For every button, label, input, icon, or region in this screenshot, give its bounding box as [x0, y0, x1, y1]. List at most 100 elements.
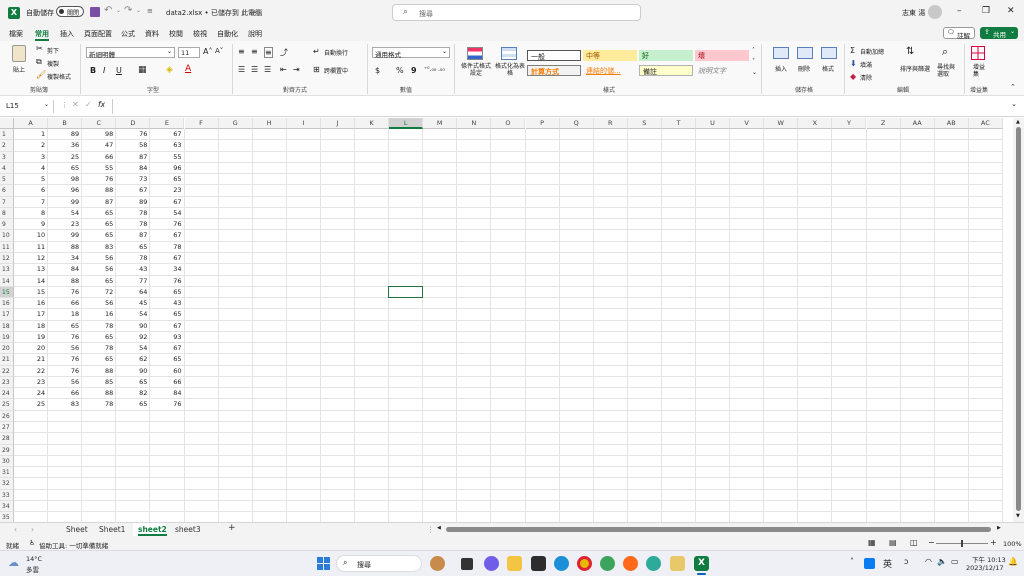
format-painter-button[interactable]: 複製格式	[47, 72, 71, 81]
cell-c1[interactable]: 98	[82, 129, 116, 140]
page-layout-view-icon[interactable]: ▤	[889, 538, 897, 547]
column-header-d[interactable]: D	[116, 118, 151, 129]
normal-view-icon[interactable]: ▦	[868, 538, 876, 547]
align-bottom-icon[interactable]: ≡	[264, 47, 273, 58]
cell-a3[interactable]: 3	[14, 152, 48, 163]
cell-c9[interactable]: 65	[82, 219, 116, 230]
cell-d7[interactable]: 89	[116, 197, 150, 208]
row-header-6[interactable]: 6	[0, 185, 14, 197]
cell-c15[interactable]: 72	[82, 287, 116, 298]
select-all-corner[interactable]	[0, 118, 14, 129]
cell-c7[interactable]: 87	[82, 197, 116, 208]
cell-b6[interactable]: 96	[48, 185, 82, 196]
cell-c19[interactable]: 65	[82, 332, 116, 343]
column-header-e[interactable]: E	[150, 118, 185, 129]
cell-c12[interactable]: 56	[82, 253, 116, 264]
more-options-icon[interactable]: ⋮	[61, 101, 68, 109]
column-header-x[interactable]: X	[798, 118, 833, 129]
cell-e4[interactable]: 96	[150, 163, 184, 174]
edge-icon[interactable]	[554, 556, 569, 571]
tab-file[interactable]: 檔案	[9, 29, 23, 39]
terminal-icon[interactable]	[531, 556, 546, 571]
quick-access-menu-icon[interactable]: ≡	[147, 7, 153, 15]
vertical-scroll-thumb[interactable]	[1016, 127, 1021, 511]
cell-a4[interactable]: 4	[14, 163, 48, 174]
cell-e24[interactable]: 84	[150, 388, 184, 399]
column-header-y[interactable]: Y	[832, 118, 867, 129]
add-sheet-button[interactable]: +	[228, 523, 236, 533]
cell-b17[interactable]: 18	[48, 309, 82, 320]
sort-filter-icon[interactable]: ⇅	[906, 46, 914, 57]
battery-icon[interactable]: ▭	[951, 557, 959, 566]
cell-e22[interactable]: 60	[150, 366, 184, 377]
cell-e11[interactable]: 78	[150, 242, 184, 253]
tab-insert[interactable]: 插入	[60, 29, 74, 39]
row-header-27[interactable]: 27	[0, 422, 14, 434]
chrome-icon[interactable]	[577, 556, 592, 571]
column-header-z[interactable]: Z	[866, 118, 901, 129]
row-header-30[interactable]: 30	[0, 455, 14, 468]
insert-cells-button[interactable]: 插入	[775, 64, 787, 73]
paste-button[interactable]: 貼上	[13, 65, 25, 74]
volume-icon[interactable]: 🔈	[937, 557, 947, 566]
clear-button[interactable]: 清除	[860, 73, 872, 82]
column-header-r[interactable]: R	[593, 118, 628, 129]
cell-e9[interactable]: 76	[150, 219, 184, 230]
cell-c20[interactable]: 78	[82, 343, 116, 354]
cell-a9[interactable]: 9	[14, 219, 48, 230]
format-as-table-button[interactable]: 格式化為表格	[495, 63, 525, 77]
firefox-icon[interactable]	[623, 556, 638, 571]
cell-d21[interactable]: 62	[116, 354, 150, 365]
cell-b25[interactable]: 83	[48, 399, 82, 410]
minimize-icon[interactable]: –	[957, 6, 962, 16]
next-sheet-icon[interactable]: ›	[31, 525, 34, 534]
scroll-down-icon[interactable]: ▼	[1016, 513, 1020, 519]
save-icon[interactable]	[90, 7, 100, 17]
column-header-f[interactable]: F	[184, 118, 219, 129]
row-header-23[interactable]: 23	[0, 376, 14, 389]
row-header-35[interactable]: 35	[0, 512, 14, 522]
row-header-3[interactable]: 3	[0, 151, 14, 163]
selected-cell[interactable]	[388, 285, 424, 299]
cell-b7[interactable]: 99	[48, 197, 82, 208]
autosave-toggle[interactable]: 關閉	[56, 6, 84, 17]
tray-expand-icon[interactable]: ˄	[850, 557, 854, 566]
number-format-select[interactable]: 通用格式 ⌄	[372, 47, 450, 59]
increase-font-icon[interactable]: A˄	[203, 47, 212, 56]
copy-icon[interactable]: ⧉	[36, 57, 42, 67]
clock-time[interactable]: 下午 10:13	[972, 554, 1006, 564]
cell-a5[interactable]: 5	[14, 174, 48, 185]
row-header-15[interactable]: 15	[0, 286, 14, 299]
horizontal-scroll-thumb[interactable]	[446, 527, 991, 532]
cell-c6[interactable]: 88	[82, 185, 116, 196]
accessibility-icon[interactable]: ♿	[29, 539, 35, 547]
column-header-m[interactable]: M	[423, 118, 458, 129]
conditional-format-icon[interactable]	[467, 47, 483, 60]
cell-c5[interactable]: 76	[82, 174, 116, 185]
cell-a16[interactable]: 16	[14, 298, 48, 309]
autosum-icon[interactable]: Σ	[850, 46, 855, 55]
expand-formula-icon[interactable]: ⌄	[1011, 100, 1017, 108]
row-header-2[interactable]: 2	[0, 140, 14, 152]
column-header-q[interactable]: Q	[559, 118, 594, 129]
task-view-icon[interactable]	[461, 558, 473, 570]
insert-function-icon[interactable]: fx	[98, 100, 105, 109]
cell-a21[interactable]: 21	[14, 354, 48, 365]
cell-c4[interactable]: 55	[82, 163, 116, 174]
increase-indent-icon[interactable]: ⇥	[293, 65, 300, 74]
cell-b20[interactable]: 56	[48, 343, 82, 354]
cell-d11[interactable]: 65	[116, 242, 150, 253]
styles-scroll-down-icon[interactable]: ˅	[752, 58, 755, 65]
cell-e7[interactable]: 67	[150, 197, 184, 208]
row-header-16[interactable]: 16	[0, 298, 14, 310]
cell-a15[interactable]: 15	[14, 287, 48, 298]
row-header-8[interactable]: 8	[0, 207, 14, 220]
cell-a17[interactable]: 17	[14, 309, 48, 320]
cell-b9[interactable]: 23	[48, 219, 82, 230]
zoom-slider-thumb[interactable]	[961, 540, 963, 547]
cell-c24[interactable]: 88	[82, 388, 116, 399]
cell-e15[interactable]: 65	[150, 287, 184, 298]
row-header-18[interactable]: 18	[0, 320, 14, 332]
cell-b23[interactable]: 56	[48, 377, 82, 388]
notification-bell-icon[interactable]: 🔔	[1008, 557, 1018, 566]
